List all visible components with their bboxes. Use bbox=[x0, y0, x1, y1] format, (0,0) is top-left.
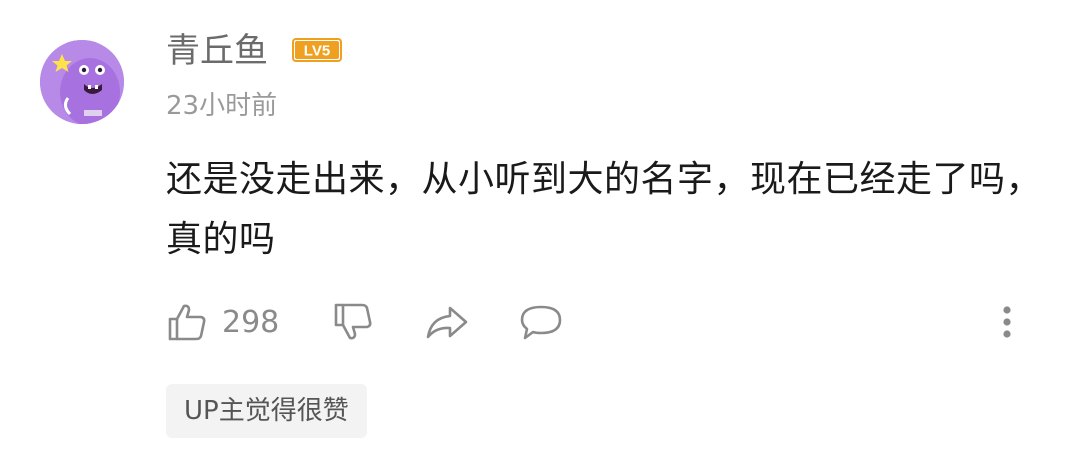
thumbs-down-icon bbox=[334, 303, 372, 340]
thumbs-up-icon bbox=[168, 304, 206, 341]
timestamp: 23小时前 bbox=[166, 91, 278, 121]
level-badge-label: LV5 bbox=[304, 43, 330, 60]
like-count: 298 bbox=[222, 304, 280, 340]
purple-cartoon-avatar-icon bbox=[40, 40, 124, 124]
share-button[interactable] bbox=[424, 296, 470, 348]
vertical-dots-icon bbox=[1003, 306, 1011, 338]
share-arrow-icon bbox=[426, 306, 468, 339]
level-badge: LV5 bbox=[292, 38, 342, 62]
up-liked-tag: UP主觉得很赞 bbox=[166, 384, 367, 438]
like-button[interactable]: 298 bbox=[166, 296, 279, 348]
more-button[interactable] bbox=[1000, 296, 1014, 348]
reply-button[interactable] bbox=[518, 296, 564, 348]
chat-bubble-icon bbox=[520, 305, 562, 340]
comment-text: 还是没走出来，从小听到大的名字，现在已经走了吗，真的吗 bbox=[166, 159, 1043, 260]
dislike-button[interactable] bbox=[332, 296, 374, 348]
action-bar: 298 bbox=[166, 296, 1042, 348]
avatar[interactable] bbox=[40, 40, 124, 124]
username[interactable]: 青丘鱼 bbox=[166, 28, 268, 74]
